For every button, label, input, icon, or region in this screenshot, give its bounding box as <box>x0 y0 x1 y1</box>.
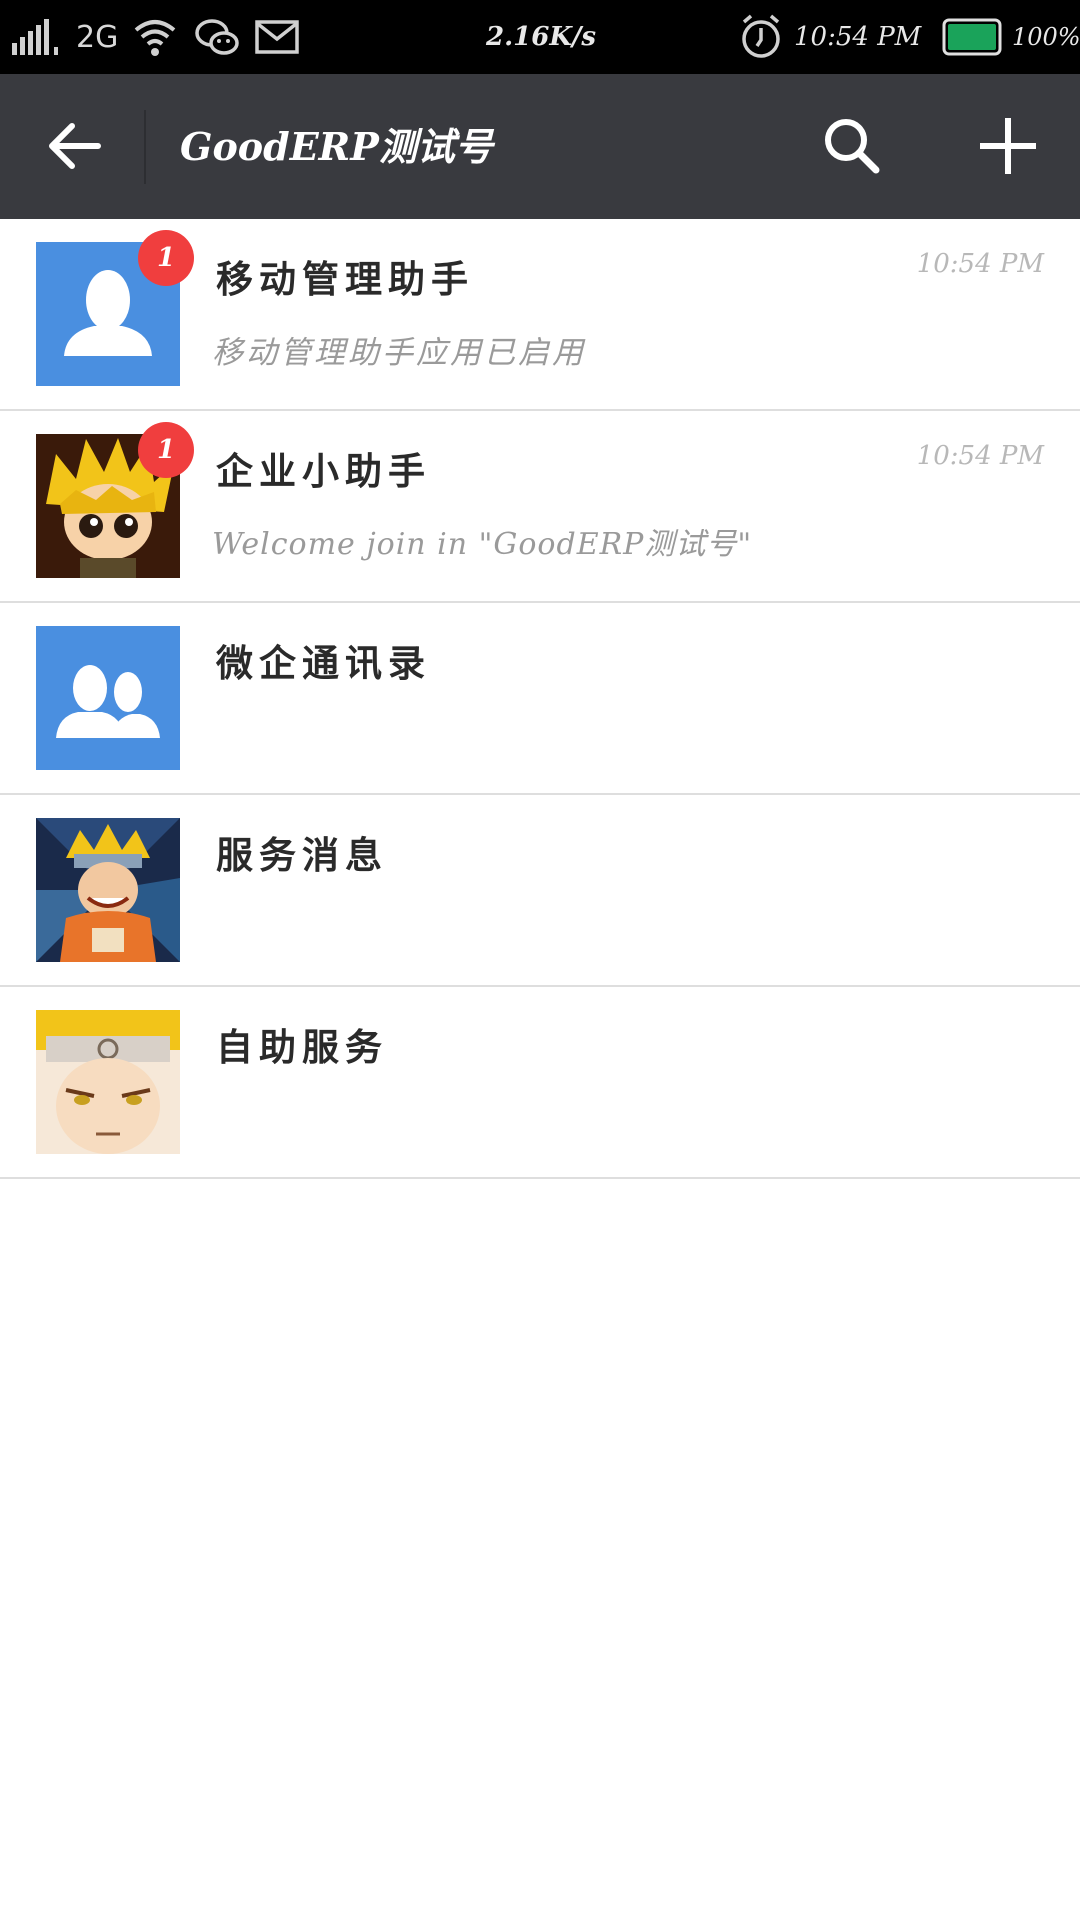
conversation-time: 10:54 PM <box>916 441 1044 471</box>
conversation-name: 服务消息 <box>216 833 388 877</box>
cartoon-avatar <box>36 1010 180 1154</box>
conversation-item-mobile-assistant[interactable]: 1 移动管理助手 10:54 PM 移动管理助手应用已启用 <box>0 219 1080 411</box>
network-speed: 2.16K/s <box>486 22 597 52</box>
back-arrow-icon <box>49 123 101 169</box>
title-divider <box>144 110 146 184</box>
search-button[interactable] <box>812 110 892 182</box>
conversation-item-service-messages[interactable]: 服务消息 <box>0 795 1080 987</box>
unread-badge: 1 <box>138 230 194 286</box>
conversation-preview: Welcome join in "GoodERP测试号" <box>212 527 753 562</box>
back-button[interactable] <box>38 110 110 182</box>
page-title: GoodERP测试号 <box>180 124 493 169</box>
signal-icon <box>10 0 66 74</box>
conversation-name: 微企通讯录 <box>216 641 431 685</box>
conversation-name: 自助服务 <box>216 1025 388 1069</box>
conversation-name: 移动管理助手 <box>216 257 474 301</box>
cartoon-avatar <box>36 818 180 962</box>
conversation-item-enterprise-assistant[interactable]: 1 企业小助手 10:54 PM Welcome join in "GoodER… <box>0 411 1080 603</box>
conversation-name: 企业小助手 <box>216 449 431 493</box>
battery-percent: 100% <box>1012 23 1080 51</box>
conversation-item-contacts[interactable]: 微企通讯录 <box>0 603 1080 795</box>
wechat-icon <box>194 0 240 74</box>
mail-icon <box>254 0 300 74</box>
wifi-icon <box>132 0 178 74</box>
conversation-list: 1 移动管理助手 10:54 PM 移动管理助手应用已启用 1 企业小助手 10… <box>0 219 1080 1179</box>
contacts-avatar-icon <box>36 626 180 770</box>
alarm-icon <box>738 0 784 74</box>
conversation-preview: 移动管理助手应用已启用 <box>212 335 586 371</box>
status-time: 10:54 PM <box>794 22 922 52</box>
plus-icon <box>980 118 1036 174</box>
status-bar: 2G 2.16K/s 10:54 PM 100% <box>0 0 1080 74</box>
unread-badge: 1 <box>138 422 194 478</box>
conversation-item-self-service[interactable]: 自助服务 <box>0 987 1080 1179</box>
search-icon <box>825 119 880 174</box>
conversation-time: 10:54 PM <box>916 249 1044 279</box>
network-type: 2G <box>76 19 119 55</box>
battery-icon <box>942 0 1004 74</box>
title-bar: GoodERP测试号 <box>0 74 1080 219</box>
add-button[interactable] <box>968 110 1048 182</box>
